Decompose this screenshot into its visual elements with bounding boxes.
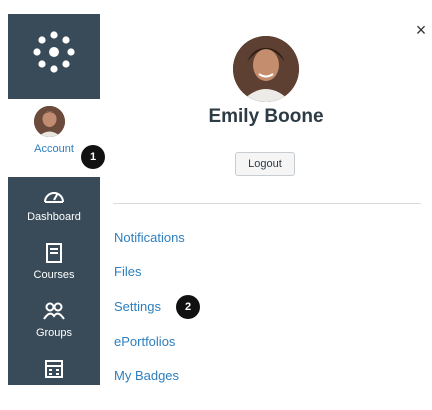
eportfolios-link[interactable]: ePortfolios xyxy=(114,334,175,349)
canvas-logo-icon[interactable] xyxy=(8,14,100,90)
calendar-icon xyxy=(45,360,63,378)
global-navigation: Account Dashboard Courses Groups Calenda… xyxy=(8,14,100,397)
nav-item-groups-label: Groups xyxy=(35,327,73,339)
courses-icon xyxy=(46,243,62,263)
account-avatar xyxy=(34,106,65,137)
nav-item-dashboard-label: Dashboard xyxy=(27,211,81,223)
nav-item-calendar-label: Calendar xyxy=(31,385,77,397)
step-callout-1: 1 xyxy=(81,145,105,169)
profile-avatar xyxy=(233,36,299,102)
nav-item-groups[interactable]: Groups xyxy=(8,294,100,352)
divider xyxy=(113,203,421,204)
groups-icon xyxy=(43,302,65,320)
close-icon[interactable]: × xyxy=(413,21,429,39)
dashboard-icon xyxy=(44,192,64,203)
user-name: Emily Boone xyxy=(208,106,324,127)
nav-item-dashboard[interactable]: Dashboard xyxy=(8,178,100,236)
notifications-link[interactable]: Notifications xyxy=(114,230,185,245)
nav-item-courses-label: Courses xyxy=(33,269,75,281)
logout-button[interactable]: Logout xyxy=(235,152,295,176)
my-badges-link[interactable]: My Badges xyxy=(114,368,179,383)
files-link[interactable]: Files xyxy=(114,264,141,279)
step-callout-2: 2 xyxy=(176,295,200,319)
nav-item-courses[interactable]: Courses xyxy=(8,236,100,294)
settings-link[interactable]: Settings xyxy=(114,299,161,314)
nav-item-calendar[interactable]: Calendar xyxy=(8,352,100,410)
